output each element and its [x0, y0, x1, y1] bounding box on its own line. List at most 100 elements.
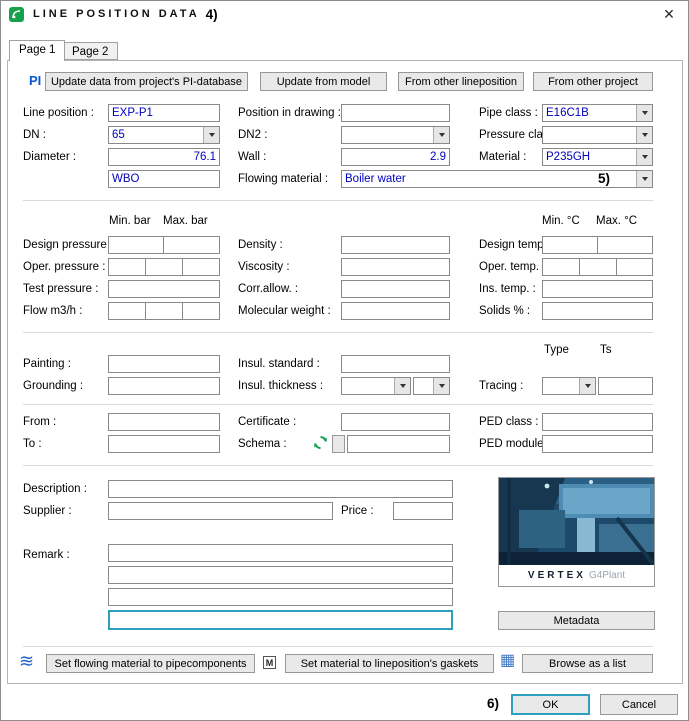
insul-standard-label: Insul. standard :	[238, 358, 320, 370]
line-position-input[interactable]	[108, 104, 220, 122]
diameter-input[interactable]	[108, 148, 220, 166]
flow-label: Flow m3/h :	[23, 305, 82, 317]
flowing-material-label: Flowing material :	[238, 173, 328, 185]
separator	[23, 332, 653, 333]
set-material-gaskets-button[interactable]: Set material to lineposition's gaskets	[285, 654, 494, 673]
schema-input[interactable]	[347, 435, 450, 453]
ins-temp-input[interactable]	[542, 280, 653, 298]
remark-input-1[interactable]	[108, 544, 453, 562]
ts-header: Ts	[600, 344, 612, 356]
photo-caption: VERTEX G4Plant	[499, 565, 654, 586]
min-bar-header: Min. bar	[109, 215, 151, 227]
tracing-ts-input[interactable]	[598, 377, 653, 395]
from-input[interactable]	[108, 413, 220, 431]
from-label: From :	[23, 416, 56, 428]
flow-input-1[interactable]	[108, 302, 146, 320]
oper-temp-input-2[interactable]	[579, 258, 617, 276]
viscosity-input[interactable]	[341, 258, 450, 276]
chevron-down-icon[interactable]	[636, 171, 652, 187]
set-flowing-material-button[interactable]: Set flowing material to pipecomponents	[46, 654, 255, 673]
chevron-down-icon[interactable]	[636, 105, 652, 121]
tab-page-2[interactable]: Page 2	[62, 42, 118, 60]
oper-temp-input-1[interactable]	[542, 258, 580, 276]
material-combo[interactable]: P235GH	[542, 148, 653, 166]
chevron-down-icon[interactable]	[394, 378, 410, 394]
annotation-6: 6)	[487, 696, 499, 711]
pipe-class-combo[interactable]: E16C1B	[542, 104, 653, 122]
chevron-down-icon[interactable]	[433, 127, 449, 143]
chevron-down-icon[interactable]	[433, 378, 449, 394]
painting-input[interactable]	[108, 355, 220, 373]
ped-module-label: PED module :	[479, 438, 550, 450]
design-pressure-min-input[interactable]	[108, 236, 164, 254]
to-label: To :	[23, 438, 42, 450]
metadata-button[interactable]: Metadata	[498, 611, 655, 630]
remark-input-4[interactable]	[108, 610, 453, 630]
position-in-drawing-input[interactable]	[341, 104, 450, 122]
flow-input-2[interactable]	[145, 302, 183, 320]
tab-page-1[interactable]: Page 1	[9, 40, 65, 61]
insul-thickness-combo-2[interactable]	[413, 377, 450, 395]
oper-pressure-input-3[interactable]	[182, 258, 220, 276]
grounding-input[interactable]	[108, 377, 220, 395]
certificate-label: Certificate :	[238, 416, 296, 428]
design-temp-max-input[interactable]	[597, 236, 653, 254]
supplier-label: Supplier :	[23, 505, 72, 517]
tab-page-2-label: Page 2	[72, 46, 108, 58]
supplier-input[interactable]	[108, 502, 333, 520]
solids-input[interactable]	[542, 302, 653, 320]
insul-thickness-combo-1[interactable]	[341, 377, 411, 395]
ped-class-input[interactable]	[542, 413, 653, 431]
density-input[interactable]	[341, 236, 450, 254]
flow-input-3[interactable]	[182, 302, 220, 320]
remark-input-3[interactable]	[108, 588, 453, 606]
from-other-lineposition-button[interactable]: From other lineposition	[398, 72, 524, 91]
description-label: Description :	[23, 483, 87, 495]
tab-page-1-label: Page 1	[19, 44, 55, 56]
code-input[interactable]	[108, 170, 220, 188]
close-icon[interactable]: ×	[656, 5, 682, 23]
oper-pressure-input-1[interactable]	[108, 258, 146, 276]
certificate-input[interactable]	[341, 413, 450, 431]
to-input[interactable]	[108, 435, 220, 453]
wall-input[interactable]	[341, 148, 450, 166]
line-position-data-dialog: LINE POSITION DATA 4) × Page 1 Page 2 PI…	[0, 0, 689, 721]
insul-standard-input[interactable]	[341, 355, 450, 373]
design-temp-min-input[interactable]	[542, 236, 598, 254]
oper-pressure-input-2[interactable]	[145, 258, 183, 276]
design-pressure-max-input[interactable]	[163, 236, 220, 254]
ped-module-input[interactable]	[542, 435, 653, 453]
update-from-model-button[interactable]: Update from model	[260, 72, 387, 91]
chevron-down-icon[interactable]	[203, 127, 219, 143]
from-other-project-button[interactable]: From other project	[533, 72, 653, 91]
molecular-weight-input[interactable]	[341, 302, 450, 320]
material-badge-icon: M	[263, 656, 276, 669]
ok-button[interactable]: OK	[511, 694, 590, 715]
painting-label: Painting :	[23, 358, 71, 370]
schema-picker-button[interactable]	[332, 435, 345, 453]
separator	[23, 465, 653, 466]
update-pi-database-button[interactable]: Update data from project's PI-database	[45, 72, 248, 91]
description-input[interactable]	[108, 480, 453, 498]
separator	[23, 200, 653, 201]
oper-pressure-label: Oper. pressure :	[23, 261, 105, 273]
browse-as-list-button[interactable]: Browse as a list	[522, 654, 653, 673]
window-title: LINE POSITION DATA	[33, 8, 200, 20]
test-pressure-input[interactable]	[108, 280, 220, 298]
pressure-class-value	[543, 127, 636, 143]
schema-refresh-icon[interactable]	[313, 435, 328, 450]
corr-allow-input[interactable]	[341, 280, 450, 298]
dn2-combo[interactable]	[341, 126, 450, 144]
chevron-down-icon[interactable]	[636, 127, 652, 143]
chevron-down-icon[interactable]	[636, 149, 652, 165]
flowing-material-value: Boiler water	[342, 171, 636, 187]
tracing-type-combo[interactable]	[542, 377, 596, 395]
dn-combo[interactable]: 65	[108, 126, 220, 144]
chevron-down-icon[interactable]	[579, 378, 595, 394]
ins-temp-label: Ins. temp. :	[479, 283, 536, 295]
cancel-button[interactable]: Cancel	[600, 694, 678, 715]
remark-input-2[interactable]	[108, 566, 453, 584]
price-input[interactable]	[393, 502, 453, 520]
pressure-class-combo[interactable]	[542, 126, 653, 144]
oper-temp-input-3[interactable]	[616, 258, 653, 276]
